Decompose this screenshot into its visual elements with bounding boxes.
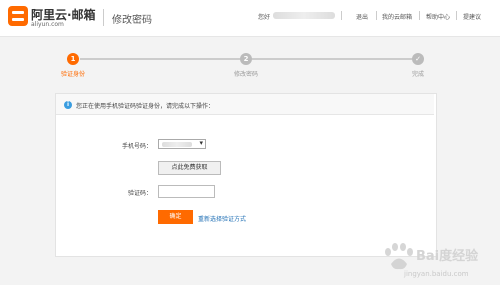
progress-line	[80, 58, 240, 60]
nav-logout-link[interactable]: 退出	[356, 12, 368, 21]
code-label: 验证码：	[127, 190, 152, 197]
notice-text: 您正在使用手机验证码验证身份，请完成以下操作：	[76, 103, 215, 110]
page-title: 修改密码	[112, 15, 152, 26]
step-1-circle: 1	[67, 53, 79, 65]
svg-text:jingyan.baidu.com: jingyan.baidu.com	[403, 270, 469, 278]
step-2-circle: 2	[240, 53, 252, 65]
nav-feedback-link[interactable]: 提建议	[463, 12, 481, 21]
step-1-label: 验证身份	[60, 71, 85, 78]
verification-code-input[interactable]	[158, 185, 215, 198]
chevron-down-icon: ▾	[199, 139, 203, 147]
nav-help-center-link[interactable]: 帮助中心	[426, 12, 450, 21]
get-code-button[interactable]: 点此免费获取	[158, 161, 221, 175]
nav-separator	[419, 11, 420, 20]
aliyun-logo-icon[interactable]	[8, 6, 28, 26]
step-2-label: 修改密码	[233, 71, 258, 78]
info-icon: i	[64, 101, 72, 109]
svg-text:Bai度经验: Bai度经验	[416, 248, 479, 264]
step-3-label: 完成	[411, 71, 424, 78]
progress-line	[252, 58, 412, 60]
step-done-check-icon: ✓	[412, 53, 424, 65]
nav-my-mailbox-link[interactable]: 我的云邮箱	[382, 12, 412, 21]
nav-separator	[376, 11, 377, 20]
verify-card	[55, 93, 437, 257]
blurred-phone-number	[162, 142, 192, 147]
baidu-jingyan-watermark: Bai度经验 jingyan.baidu.com	[380, 238, 490, 280]
reselect-method-link[interactable]: 重新选择验证方式	[198, 214, 246, 223]
greeting-text: 您好	[258, 14, 271, 21]
phone-label: 手机号码：	[121, 143, 152, 150]
header-divider	[103, 9, 104, 26]
logo-subtitle: aliyun.com	[31, 21, 64, 28]
nav-separator	[341, 11, 342, 20]
nav-separator	[456, 11, 457, 20]
phone-number-select[interactable]: ▾	[158, 139, 206, 149]
blurred-username	[273, 12, 335, 19]
confirm-button[interactable]: 确定	[158, 210, 193, 224]
